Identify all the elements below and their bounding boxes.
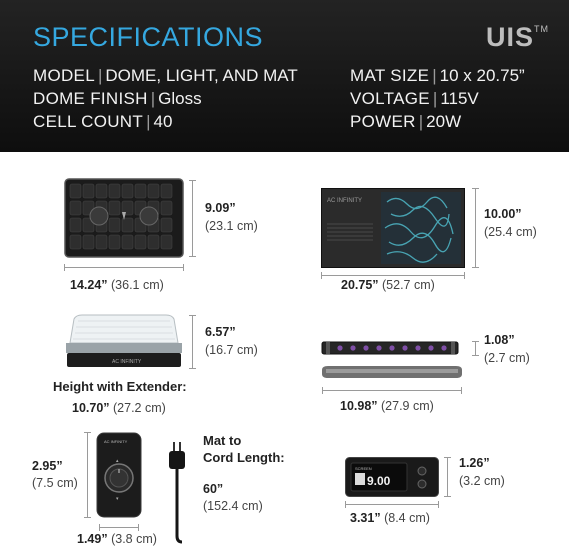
spec-voltage: VOLTAGE | 115V: [350, 89, 479, 108]
controller-height-in: 2.95”: [32, 459, 63, 473]
mat-width-line: [321, 275, 465, 276]
spec-dome-finish: DOME FINISH | Gloss: [33, 89, 202, 108]
display-height-tick-top: [444, 457, 451, 458]
controller-height-tick-bottom: [84, 517, 91, 518]
display-height-tick-bottom: [444, 496, 451, 497]
mat-width-tick-left: [321, 272, 322, 279]
seed-tray-image: [64, 178, 184, 258]
light-width-tick-right: [461, 387, 462, 394]
specifications-header: SPECIFICATIONS UISTM MODEL | DOME, LIGHT, …: [0, 0, 569, 152]
tray-width-line: [64, 267, 184, 268]
dome-height-tick-top: [189, 315, 196, 316]
controller-height-tick-top: [84, 432, 91, 433]
dome-height-tick-bottom: [189, 368, 196, 369]
display-width-tick-left: [345, 501, 346, 508]
controller-height-line: [87, 432, 88, 518]
tray-width-tick-left: [64, 264, 65, 271]
tray-width-tick-right: [183, 264, 184, 271]
cord-label-line1: Mat to: [203, 433, 242, 448]
display-height-line: [447, 457, 448, 497]
tray-height-tick-bottom: [189, 256, 196, 257]
display-screen-label: SCREEN: [355, 466, 372, 471]
tray-height-line: [192, 180, 193, 256]
mat-width-tick-right: [464, 272, 465, 279]
light-height-cm: (2.7 cm): [484, 351, 530, 365]
controller-width-tick-left: [99, 524, 100, 531]
controller-width-line: [99, 527, 139, 528]
controller-image: AC INFINITY ▴ ▾: [96, 432, 142, 518]
display-screen-value: 9.00: [367, 474, 391, 488]
tray-height-tick-top: [189, 180, 196, 181]
light-width-tick-left: [322, 387, 323, 394]
controller-width: 1.49” (3.8 cm): [77, 532, 157, 546]
display-width-tick-right: [438, 501, 439, 508]
tray-height-cm: (23.1 cm): [205, 219, 258, 233]
controller-width-tick-right: [138, 524, 139, 531]
light-height-tick-top: [472, 341, 479, 342]
mat-width: 20.75” (52.7 cm): [341, 278, 435, 292]
display-width: 3.31” (8.4 cm): [350, 511, 430, 525]
cord-length-in: 60”: [203, 482, 224, 496]
display-height-in: 1.26”: [459, 456, 490, 470]
mat-height-tick-bottom: [472, 267, 479, 268]
spec-cell-count: CELL COUNT | 40: [33, 112, 173, 131]
page-title: SPECIFICATIONS: [33, 22, 264, 52]
dome-height-in: 6.57”: [205, 325, 236, 339]
dome-brand-text: AC INFINITY: [112, 359, 142, 365]
display-height-cm: (3.2 cm): [459, 474, 505, 488]
spec-model: MODEL | DOME, LIGHT, AND MAT: [33, 66, 298, 85]
mat-height-cm: (25.4 cm): [484, 225, 537, 239]
tray-width: 14.24” (36.1 cm): [70, 278, 164, 292]
power-plug-image: [164, 436, 192, 544]
display-width-line: [345, 504, 439, 505]
heat-mat-image: AC INFINITY: [321, 188, 465, 268]
light-height-line: [475, 341, 476, 355]
cord-label-line2: Cord Length:: [203, 450, 285, 465]
extender-label: Height with Extender:: [53, 379, 187, 394]
spec-mat-size: MAT SIZE | 10 x 20.75”: [350, 66, 525, 85]
mat-height-line: [475, 188, 476, 268]
dome-height-cm: (16.7 cm): [205, 343, 258, 357]
humidity-dome-image: AC INFINITY: [64, 313, 184, 369]
light-height-in: 1.08”: [484, 333, 515, 347]
spec-power: POWER | 20W: [350, 112, 462, 131]
dome-height-line: [192, 315, 193, 369]
light-height-tick-bottom: [472, 355, 479, 356]
cord-length-cm: (152.4 cm): [203, 499, 263, 513]
mat-brand-text: AC INFINITY: [327, 198, 362, 204]
mat-height-tick-top: [472, 188, 479, 189]
mat-height-in: 10.00”: [484, 207, 522, 221]
controller-height-cm: (7.5 cm): [32, 476, 78, 490]
controller-brand-text: AC INFINITY: [104, 439, 128, 444]
brand-logo: UISTM: [485, 22, 549, 52]
grow-light-image: [320, 340, 468, 384]
thermostat-display-image: SCREEN 9.00: [345, 457, 439, 497]
light-width: 10.98” (27.9 cm): [340, 399, 434, 413]
extender-height: 10.70” (27.2 cm): [72, 401, 166, 415]
light-width-line: [322, 390, 462, 391]
tray-height-in: 9.09”: [205, 201, 236, 215]
